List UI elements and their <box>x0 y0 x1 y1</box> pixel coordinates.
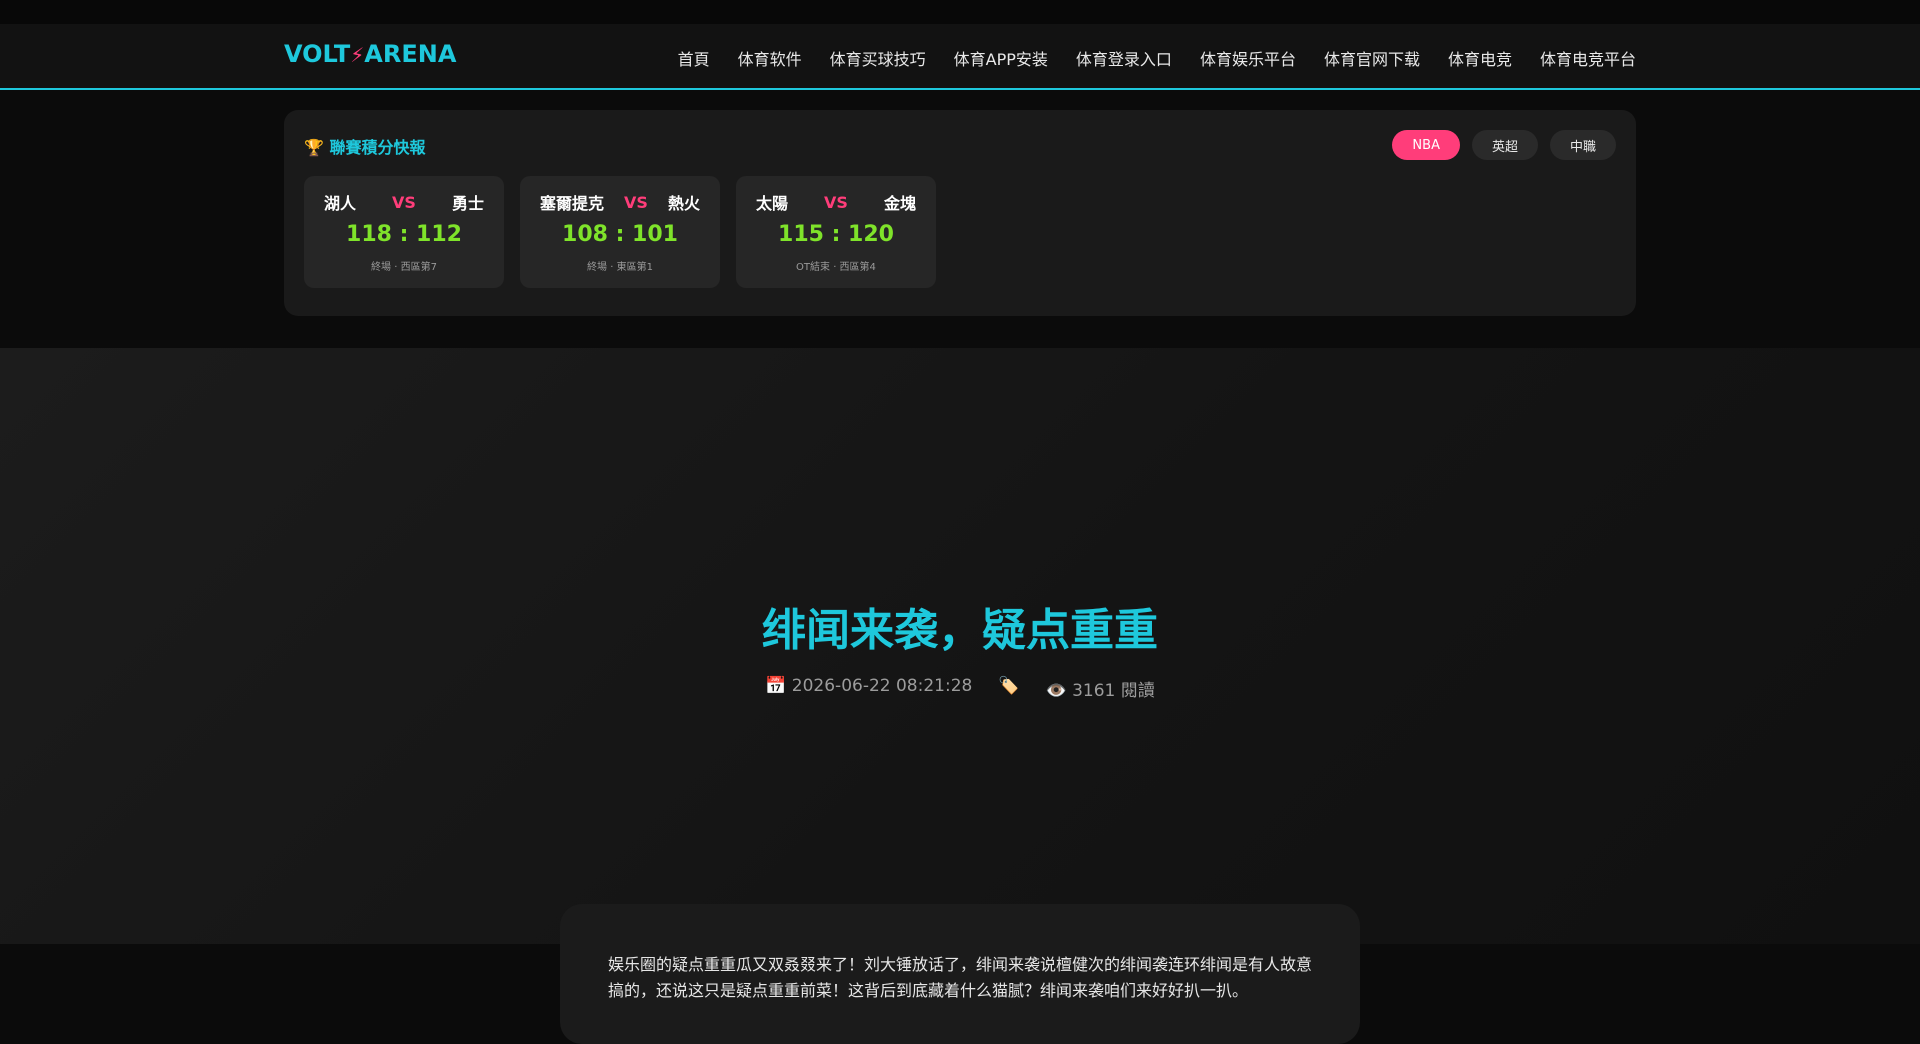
home-team: 太陽 <box>756 194 789 213</box>
nav-item-login[interactable]: 体育登录入口 <box>1076 46 1172 70</box>
match-status: 終場 · 東區第1 <box>587 262 653 273</box>
nav-item-home[interactable]: 首頁 <box>678 46 710 70</box>
article-body-card: 娱乐圈的疑点重重瓜又双叒叕来了！刘大锤放话了，绯闻来袭说檀健次的绯闻袭连环绯闻是… <box>560 904 1360 1044</box>
nav-item-entertainment[interactable]: 体育娱乐平台 <box>1200 46 1296 70</box>
tab-premier-league[interactable]: 英超 <box>1471 130 1538 160</box>
nav-item-betting-tips[interactable]: 体育买球技巧 <box>830 46 926 70</box>
article-date: 📅 2026-06-22 08:21:28 <box>765 676 973 696</box>
nav-item-app-install[interactable]: 体育APP安装 <box>954 46 1048 70</box>
logo-text-arena: ARENA <box>364 40 457 68</box>
nav-item-sports-software[interactable]: 体育软件 <box>738 46 802 70</box>
match-teams: 太陽 VS 金塊 <box>756 190 916 214</box>
match-score: 118 : 112 <box>346 222 462 247</box>
main-nav: 首頁 体育软件 体育买球技巧 体育APP安装 体育登录入口 体育娱乐平台 体育官… <box>678 46 1636 70</box>
nav-item-esports[interactable]: 体育电竞 <box>1448 46 1512 70</box>
league-tabs: NBA 英超 中職 <box>1392 130 1616 160</box>
vs-label: VS <box>392 192 416 212</box>
tab-nba[interactable]: NBA <box>1392 130 1460 160</box>
nav-item-download[interactable]: 体育官网下载 <box>1324 46 1420 70</box>
away-team: 金塊 <box>883 194 916 213</box>
match-teams: 塞爾提克 VS 熱火 <box>540 190 700 214</box>
home-team: 塞爾提克 <box>540 194 605 213</box>
article-body: 娱乐圈的疑点重重瓜又双叒叕来了！刘大锤放话了，绯闻来袭说檀健次的绯闻袭连环绯闻是… <box>608 955 1313 1000</box>
match-score: 115 : 120 <box>778 222 894 247</box>
article-hero: 绯闻来袭，疑点重重 📅 2026-06-22 08:21:28 🏷️ 👁️ 31… <box>0 348 1920 944</box>
score-card[interactable]: 塞爾提克 VS 熱火 108 : 101 終場 · 東區第1 <box>520 176 720 288</box>
match-status: OT結束 · 西區第4 <box>796 262 876 273</box>
scores-panel: 🏆 聯賽積分快報 NBA 英超 中職 湖人 VS 勇士 118 : 112 終場… <box>284 110 1636 316</box>
bolt-icon: ⚡ <box>350 43 365 67</box>
score-card[interactable]: 太陽 VS 金塊 115 : 120 OT結束 · 西區第4 <box>736 176 936 288</box>
score-cards: 湖人 VS 勇士 118 : 112 終場 · 西區第7 塞爾提克 VS 熱火 … <box>304 176 936 288</box>
vs-label: VS <box>624 192 648 212</box>
scores-title: 🏆 聯賽積分快報 <box>304 138 426 157</box>
article-title: 绯闻来袭，疑点重重 <box>762 605 1158 656</box>
tag-icon[interactable]: 🏷️ <box>998 676 1019 701</box>
article-views: 👁️ 3161 閱讀 <box>1045 681 1155 701</box>
top-strip <box>0 0 1920 24</box>
scores-section: 🏆 聯賽積分快報 NBA 英超 中職 湖人 VS 勇士 118 : 112 終場… <box>0 90 1920 348</box>
site-header: VOLT⚡ARENA 首頁 体育软件 体育买球技巧 体育APP安装 体育登录入口… <box>0 24 1920 90</box>
away-team: 勇士 <box>451 194 484 213</box>
match-score: 108 : 101 <box>562 222 678 247</box>
home-team: 湖人 <box>324 194 357 213</box>
article-meta: 📅 2026-06-22 08:21:28 🏷️ 👁️ 3161 閱讀 <box>0 676 1920 701</box>
nav-item-esports-platform[interactable]: 体育电竞平台 <box>1540 46 1636 70</box>
tab-cpbl[interactable]: 中職 <box>1549 130 1616 160</box>
match-teams: 湖人 VS 勇士 <box>324 190 484 214</box>
logo-text-volt: VOLT <box>284 40 351 68</box>
site-logo[interactable]: VOLT⚡ARENA <box>284 40 456 68</box>
away-team: 熱火 <box>667 194 700 213</box>
score-card[interactable]: 湖人 VS 勇士 118 : 112 終場 · 西區第7 <box>304 176 504 288</box>
match-status: 終場 · 西區第7 <box>371 262 437 273</box>
vs-label: VS <box>824 192 848 212</box>
